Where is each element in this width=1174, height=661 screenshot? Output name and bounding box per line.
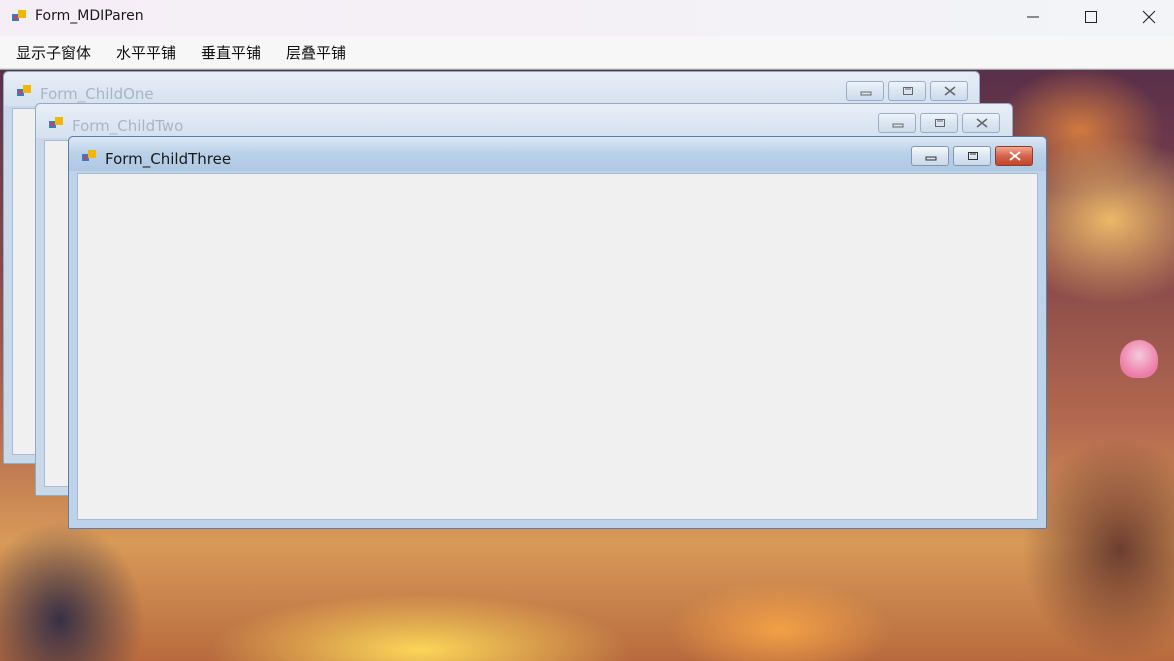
app-icon [12,10,26,21]
minimize-icon [860,91,872,96]
minimize-icon [1027,16,1039,18]
mdi-client-area[interactable]: Form_ChildOne Form_ChildTwo Form_ChildTh… [0,69,1174,661]
child-three-close-button[interactable] [995,146,1033,166]
form-icon [17,85,31,96]
form-icon [49,117,63,128]
menu-item-show-child[interactable]: 显示子窗体 [14,42,93,63]
close-button[interactable] [1120,0,1174,34]
child-window-three[interactable]: Form_ChildThree [68,136,1047,529]
maximize-icon [1085,11,1097,23]
child-two-caption[interactable]: Form_ChildTwo [36,104,1012,138]
restore-icon [903,87,913,95]
minimize-button[interactable] [1004,0,1062,34]
child-three-client-area[interactable] [77,173,1038,520]
child-one-minimize-button[interactable] [846,81,884,101]
restore-icon [935,119,945,127]
menu-item-tile-vertical[interactable]: 垂直平铺 [199,42,263,63]
close-icon [1142,10,1156,24]
child-one-restore-button[interactable] [888,81,926,101]
menu-item-tile-horizontal[interactable]: 水平平铺 [114,42,178,63]
minimize-icon [892,123,904,128]
child-two-close-button[interactable] [962,113,1000,133]
close-icon [976,118,988,128]
minimize-icon [925,156,937,161]
close-icon [944,86,956,96]
menu-bar: 显示子窗体 水平平铺 垂直平铺 层叠平铺 [0,36,1174,69]
child-three-caption[interactable]: Form_ChildThree [69,137,1046,171]
lantern-decoration [1120,340,1158,378]
close-icon [1009,151,1021,161]
child-three-minimize-button[interactable] [911,146,949,166]
child-two-restore-button[interactable] [920,113,958,133]
form-icon [82,150,96,161]
parent-title-bar: Form_MDIParen [0,0,1174,36]
child-two-minimize-button[interactable] [878,113,916,133]
maximize-button[interactable] [1062,0,1120,34]
child-one-title: Form_ChildOne [40,85,154,103]
menu-item-cascade[interactable]: 层叠平铺 [284,42,348,63]
child-three-restore-button[interactable] [953,146,991,166]
child-one-caption[interactable]: Form_ChildOne [4,72,979,106]
restore-icon [968,152,978,160]
child-one-close-button[interactable] [930,81,968,101]
child-two-title: Form_ChildTwo [72,117,184,135]
child-three-title: Form_ChildThree [105,150,232,168]
parent-window-title: Form_MDIParen [35,8,144,24]
